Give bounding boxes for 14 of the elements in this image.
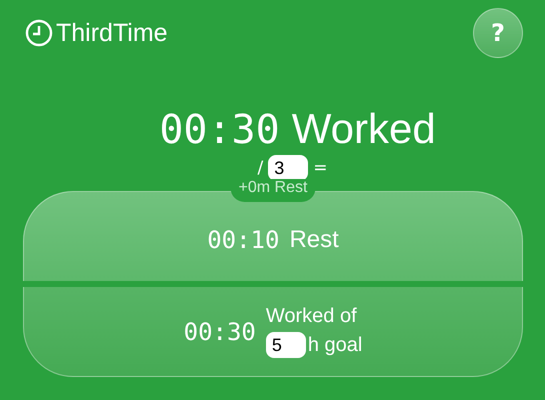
worked-time: 00:30 [159,107,280,153]
clock-icon [25,19,53,47]
divisor-field[interactable]: 3 [268,155,308,181]
worked-label: Worked [292,105,436,153]
goal-label: Worked of [266,305,358,328]
goal-time: 00:30 [184,318,256,346]
equals-sign: = [313,158,328,178]
app-title: ThirdTime [56,18,168,48]
goal-field[interactable]: 5 [266,332,306,358]
divide-sign: / [258,158,264,178]
rest-label: Rest [289,226,339,254]
rest-bonus-badge: +0m Rest [230,179,316,202]
goal-unit: h goal [308,334,362,356]
rest-time: 00:10 [207,226,280,254]
